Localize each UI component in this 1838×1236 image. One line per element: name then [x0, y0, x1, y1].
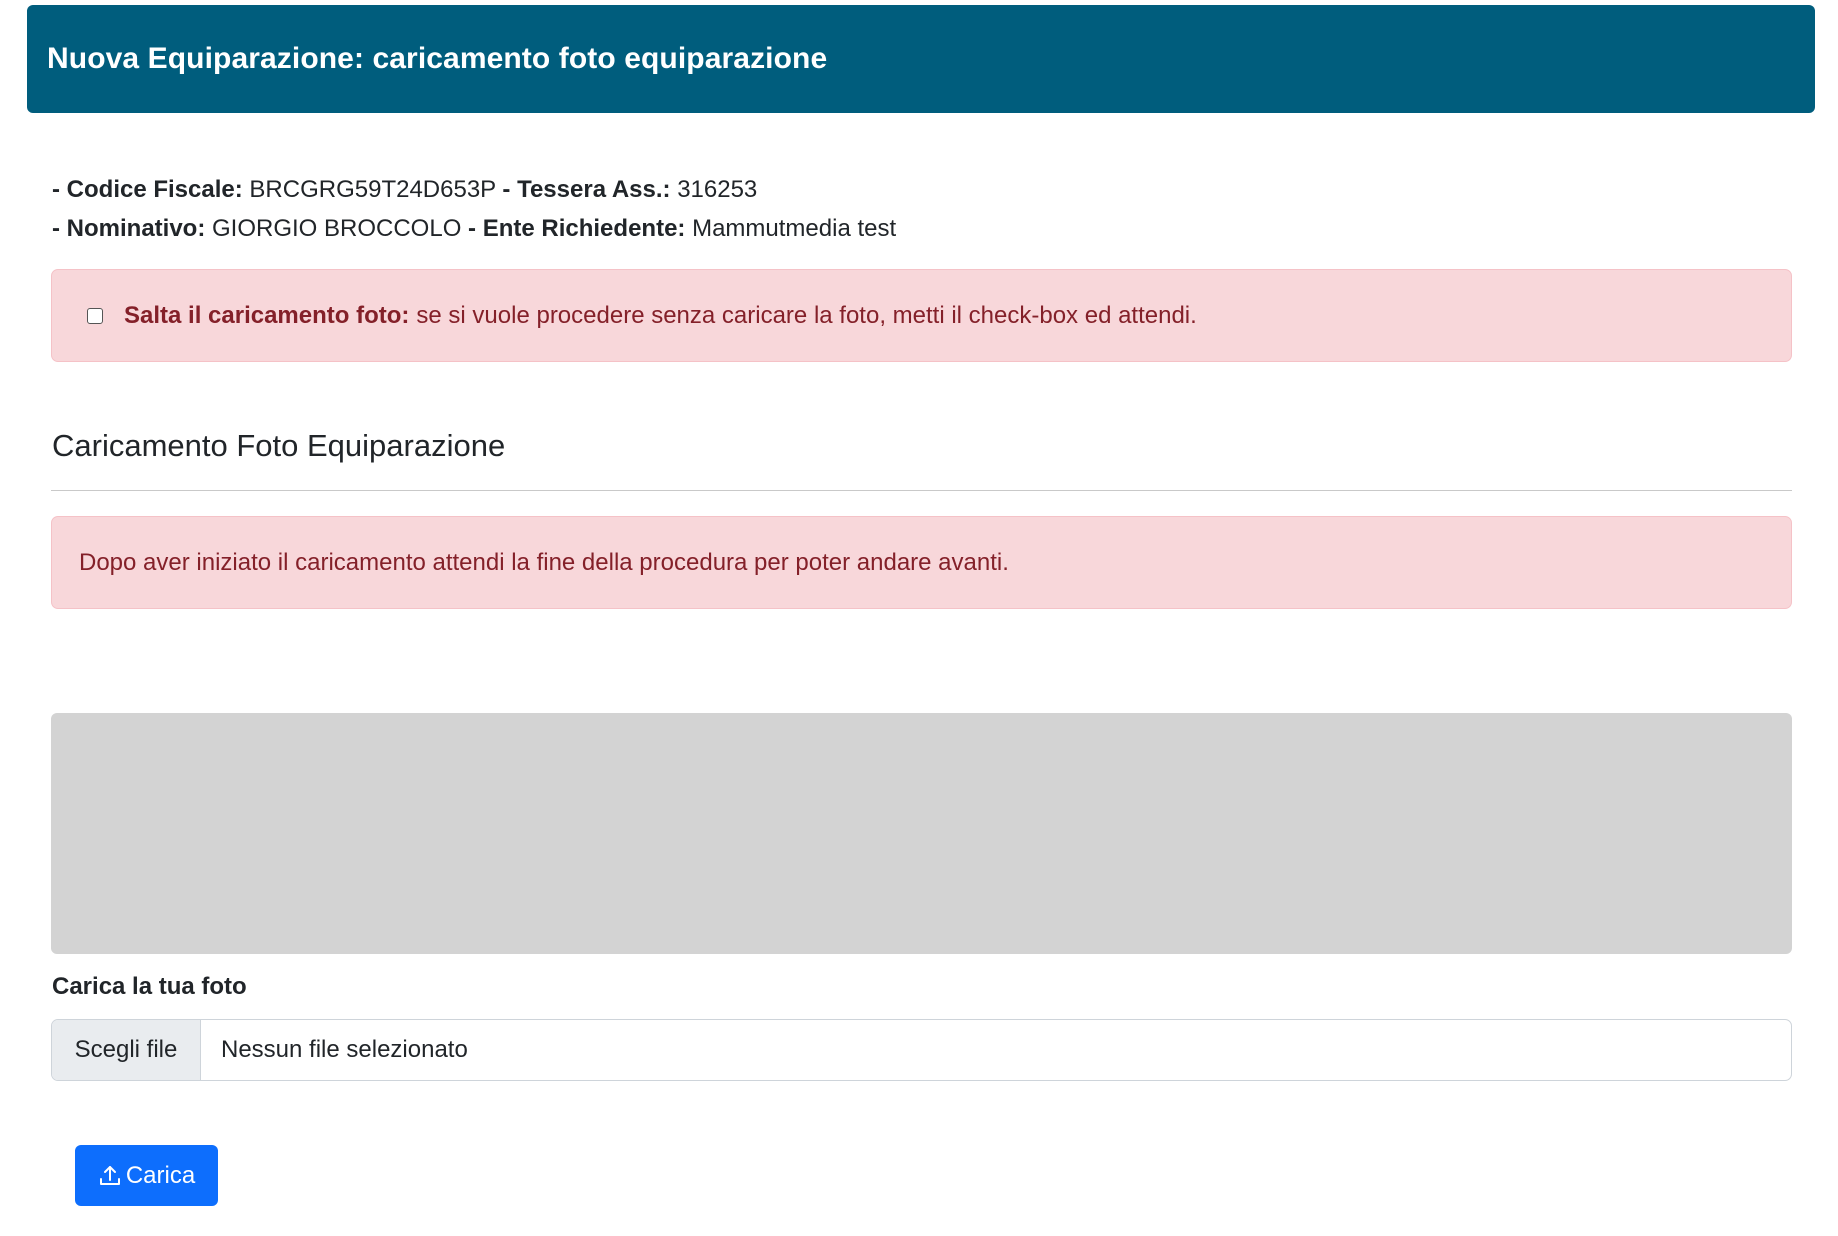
wait-alert-text: Dopo aver iniziato il caricamento attend…: [79, 548, 1009, 576]
upload-icon: [99, 1165, 120, 1185]
tessera-value: 316253: [677, 176, 758, 203]
member-info: - Codice Fiscale: BRCGRG59T24D653P - Tes…: [52, 170, 896, 248]
ente-label: - Ente Richiedente:: [468, 215, 686, 242]
info-line-2: - Nominativo: GIORGIO BROCCOLO - Ente Ri…: [52, 209, 896, 248]
section-title: Caricamento Foto Equiparazione: [52, 428, 506, 463]
skip-upload-label: Salta il caricamento foto:: [124, 301, 410, 329]
section-divider: [51, 490, 1792, 491]
page-header: Nuova Equiparazione: caricamento foto eq…: [27, 5, 1815, 113]
upload-button-label: Carica: [125, 1161, 196, 1189]
wait-alert: Dopo aver iniziato il caricamento attend…: [51, 516, 1792, 609]
upload-label: Carica la tua foto: [52, 973, 247, 1000]
skip-upload-checkbox[interactable]: [87, 307, 103, 324]
choose-file-button[interactable]: Scegli file: [52, 1020, 201, 1080]
file-input[interactable]: Scegli file Nessun file selezionato: [51, 1019, 1792, 1081]
page-title: Nuova Equiparazione: caricamento foto eq…: [47, 42, 828, 75]
ente-value: Mammutmedia test: [692, 215, 897, 242]
file-status: Nessun file selezionato: [221, 1036, 468, 1063]
codice-fiscale-value: BRCGRG59T24D653P: [249, 176, 496, 203]
photo-preview: [51, 713, 1792, 954]
upload-button[interactable]: Carica: [75, 1145, 218, 1206]
skip-upload-text: se si vuole procedere senza caricare la …: [416, 301, 1197, 329]
nominativo-value: GIORGIO BROCCOLO: [212, 215, 462, 242]
skip-upload-alert: Salta il caricamento foto: se si vuole p…: [51, 269, 1792, 362]
info-line-1: - Codice Fiscale: BRCGRG59T24D653P - Tes…: [52, 170, 896, 209]
codice-fiscale-label: - Codice Fiscale:: [52, 176, 243, 203]
nominativo-label: - Nominativo:: [52, 215, 206, 242]
tessera-label: - Tessera Ass.:: [502, 176, 671, 203]
